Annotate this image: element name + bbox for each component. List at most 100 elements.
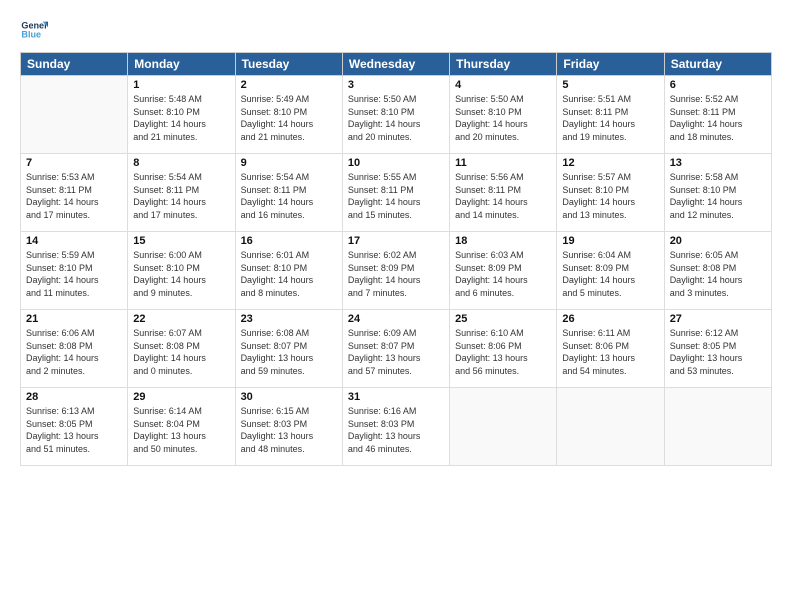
day-cell: 31 Sunrise: 6:16 AM Sunset: 8:03 PM Dayli… (342, 388, 449, 466)
cell-info: Sunrise: 5:56 AM Sunset: 8:11 PM Dayligh… (455, 171, 551, 221)
day-cell: 28 Sunrise: 6:13 AM Sunset: 8:05 PM Dayli… (21, 388, 128, 466)
cell-info: Sunrise: 5:58 AM Sunset: 8:10 PM Dayligh… (670, 171, 766, 221)
cell-info: Sunrise: 6:06 AM Sunset: 8:08 PM Dayligh… (26, 327, 122, 377)
day-cell: 6Sunrise: 5:52 AM Sunset: 8:11 PM Daylig… (664, 76, 771, 154)
day-number: 15 (133, 235, 229, 247)
day-number: 27 (670, 313, 766, 325)
cell-info: Sunrise: 5:52 AM Sunset: 8:11 PM Dayligh… (670, 93, 766, 143)
day-number: 17 (348, 235, 444, 247)
cell-info: Sunrise: 6:09 AM Sunset: 8:07 PM Dayligh… (348, 327, 444, 377)
day-cell: 5 Sunrise: 5:51 AM Sunset: 8:11 PM Daylig… (557, 76, 664, 154)
day-number: 31 (348, 391, 444, 403)
cell-info: Sunrise: 6:04 AM Sunset: 8:09 PM Dayligh… (562, 249, 658, 299)
day-number: 21 (26, 313, 122, 325)
cell-info: Sunrise: 6:05 AM Sunset: 8:08 PM Dayligh… (670, 249, 766, 299)
day-cell: 8 Sunrise: 5:54 AM Sunset: 8:11 PM Daylig… (128, 154, 235, 232)
day-cell: 22 Sunrise: 6:07 AM Sunset: 8:08 PM Dayli… (128, 310, 235, 388)
day-number: 12 (562, 157, 658, 169)
cell-info: Sunrise: 6:08 AM Sunset: 8:07 PM Dayligh… (241, 327, 337, 377)
day-number: 1 (133, 79, 229, 91)
day-number: 22 (133, 313, 229, 325)
cell-info: Sunrise: 6:10 AM Sunset: 8:06 PM Dayligh… (455, 327, 551, 377)
day-number: 26 (562, 313, 658, 325)
day-cell: 27 Sunrise: 6:12 AM Sunset: 8:05 PM Dayli… (664, 310, 771, 388)
day-number: 16 (241, 235, 337, 247)
day-cell: 24 Sunrise: 6:09 AM Sunset: 8:07 PM Dayli… (342, 310, 449, 388)
day-cell: 1 Sunrise: 5:48 AM Sunset: 8:10 PM Daylig… (128, 76, 235, 154)
day-number: 24 (348, 313, 444, 325)
day-cell: 11 Sunrise: 5:56 AM Sunset: 8:11 PM Dayli… (450, 154, 557, 232)
day-cell: 18 Sunrise: 6:03 AM Sunset: 8:09 PM Dayli… (450, 232, 557, 310)
cell-info: Sunrise: 5:55 AM Sunset: 8:11 PM Dayligh… (348, 171, 444, 221)
svg-text:Blue: Blue (21, 30, 41, 40)
day-cell: 26 Sunrise: 6:11 AM Sunset: 8:06 PM Dayli… (557, 310, 664, 388)
day-number: 23 (241, 313, 337, 325)
cell-info: Sunrise: 5:49 AM Sunset: 8:10 PM Dayligh… (241, 93, 337, 143)
page: General Blue SundayMondayTuesdayWednesda… (0, 0, 792, 612)
day-number: 3 (348, 79, 444, 91)
day-number: 25 (455, 313, 551, 325)
day-number: 14 (26, 235, 122, 247)
cell-info: Sunrise: 6:02 AM Sunset: 8:09 PM Dayligh… (348, 249, 444, 299)
cell-info: Sunrise: 6:07 AM Sunset: 8:08 PM Dayligh… (133, 327, 229, 377)
calendar-table: SundayMondayTuesdayWednesdayThursdayFrid… (20, 52, 772, 466)
day-number: 2 (241, 79, 337, 91)
cell-info: Sunrise: 6:15 AM Sunset: 8:03 PM Dayligh… (241, 405, 337, 455)
day-number: 8 (133, 157, 229, 169)
column-header-wednesday: Wednesday (342, 53, 449, 76)
day-cell: 20 Sunrise: 6:05 AM Sunset: 8:08 PM Dayli… (664, 232, 771, 310)
day-cell (21, 76, 128, 154)
day-number: 20 (670, 235, 766, 247)
day-cell (557, 388, 664, 466)
cell-info: Sunrise: 5:54 AM Sunset: 8:11 PM Dayligh… (241, 171, 337, 221)
cell-info: Sunrise: 5:53 AM Sunset: 8:11 PM Dayligh… (26, 171, 122, 221)
header: General Blue (20, 16, 772, 44)
day-cell: 10 Sunrise: 5:55 AM Sunset: 8:11 PM Dayli… (342, 154, 449, 232)
day-cell (664, 388, 771, 466)
day-cell: 21 Sunrise: 6:06 AM Sunset: 8:08 PM Dayli… (21, 310, 128, 388)
day-number: 13 (670, 157, 766, 169)
day-number: 5 (562, 79, 658, 91)
day-number: 4 (455, 79, 551, 91)
cell-info: Sunrise: 5:48 AM Sunset: 8:10 PM Dayligh… (133, 93, 229, 143)
cell-info: Sunrise: 6:00 AM Sunset: 8:10 PM Dayligh… (133, 249, 229, 299)
day-cell (450, 388, 557, 466)
cell-info: Sunrise: 5:57 AM Sunset: 8:10 PM Dayligh… (562, 171, 658, 221)
day-cell: 25 Sunrise: 6:10 AM Sunset: 8:06 PM Dayli… (450, 310, 557, 388)
day-cell: 23 Sunrise: 6:08 AM Sunset: 8:07 PM Dayli… (235, 310, 342, 388)
day-cell: 9 Sunrise: 5:54 AM Sunset: 8:11 PM Daylig… (235, 154, 342, 232)
cell-info: Sunrise: 5:54 AM Sunset: 8:11 PM Dayligh… (133, 171, 229, 221)
cell-info: Sunrise: 5:59 AM Sunset: 8:10 PM Dayligh… (26, 249, 122, 299)
day-cell: 7 Sunrise: 5:53 AM Sunset: 8:11 PM Daylig… (21, 154, 128, 232)
day-cell: 17 Sunrise: 6:02 AM Sunset: 8:09 PM Dayli… (342, 232, 449, 310)
cell-info: Sunrise: 6:03 AM Sunset: 8:09 PM Dayligh… (455, 249, 551, 299)
day-cell: 30 Sunrise: 6:15 AM Sunset: 8:03 PM Dayli… (235, 388, 342, 466)
cell-info: Sunrise: 5:50 AM Sunset: 8:10 PM Dayligh… (455, 93, 551, 143)
cell-info: Sunrise: 6:11 AM Sunset: 8:06 PM Dayligh… (562, 327, 658, 377)
day-cell: 19Sunrise: 6:04 AM Sunset: 8:09 PM Dayli… (557, 232, 664, 310)
day-number: 10 (348, 157, 444, 169)
day-number: 30 (241, 391, 337, 403)
day-cell: 4 Sunrise: 5:50 AM Sunset: 8:10 PM Daylig… (450, 76, 557, 154)
day-cell: 13 Sunrise: 5:58 AM Sunset: 8:10 PM Dayli… (664, 154, 771, 232)
day-cell: 12 Sunrise: 5:57 AM Sunset: 8:10 PM Dayli… (557, 154, 664, 232)
cell-info: Sunrise: 5:51 AM Sunset: 8:11 PM Dayligh… (562, 93, 658, 143)
cell-info: Sunrise: 6:13 AM Sunset: 8:05 PM Dayligh… (26, 405, 122, 455)
day-cell: 16 Sunrise: 6:01 AM Sunset: 8:10 PM Dayli… (235, 232, 342, 310)
day-number: 18 (455, 235, 551, 247)
day-cell: 3 Sunrise: 5:50 AM Sunset: 8:10 PM Daylig… (342, 76, 449, 154)
cell-info: Sunrise: 6:16 AM Sunset: 8:03 PM Dayligh… (348, 405, 444, 455)
day-cell: 2 Sunrise: 5:49 AM Sunset: 8:10 PM Daylig… (235, 76, 342, 154)
day-number: 7 (26, 157, 122, 169)
column-header-thursday: Thursday (450, 53, 557, 76)
cell-info: Sunrise: 6:14 AM Sunset: 8:04 PM Dayligh… (133, 405, 229, 455)
day-number: 9 (241, 157, 337, 169)
logo: General Blue (20, 16, 48, 44)
column-header-saturday: Saturday (664, 53, 771, 76)
cell-info: Sunrise: 6:01 AM Sunset: 8:10 PM Dayligh… (241, 249, 337, 299)
column-header-sunday: Sunday (21, 53, 128, 76)
cell-info: Sunrise: 6:12 AM Sunset: 8:05 PM Dayligh… (670, 327, 766, 377)
day-number: 28 (26, 391, 122, 403)
day-number: 11 (455, 157, 551, 169)
cell-info: Sunrise: 5:50 AM Sunset: 8:10 PM Dayligh… (348, 93, 444, 143)
